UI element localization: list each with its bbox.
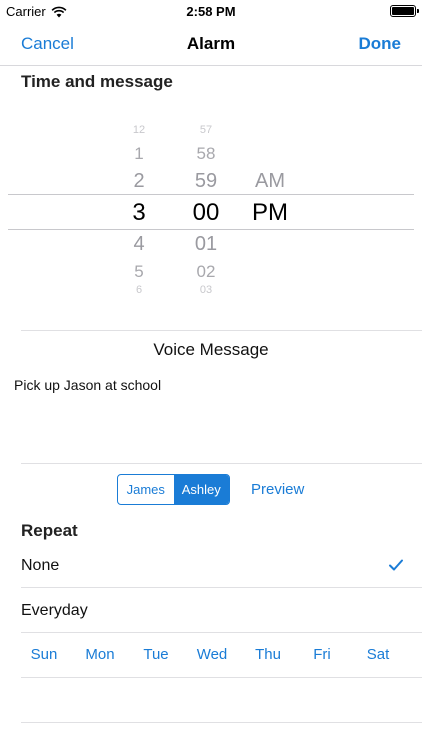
time-section-header: Time and message — [21, 72, 173, 91]
row-divider — [21, 587, 422, 588]
picker-hour-item[interactable]: 2 — [109, 170, 169, 193]
day-sat[interactable]: Sat — [353, 646, 403, 663]
voice-segmented-control[interactable]: James Ashley — [117, 474, 230, 505]
picker-period-selected[interactable]: PM — [240, 199, 300, 227]
picker-selection-bottom — [8, 229, 414, 230]
voice-message-input[interactable]: Pick up Jason at school — [14, 377, 161, 393]
navigation-bar: Cancel Alarm Done — [0, 22, 422, 66]
repeat-header: Repeat — [21, 521, 78, 540]
voice-option-james[interactable]: James — [118, 475, 174, 504]
picker-minute-selected[interactable]: 00 — [176, 199, 236, 227]
section-divider — [21, 463, 422, 464]
voice-option-ashley[interactable]: Ashley — [173, 475, 229, 504]
picker-hour-item[interactable]: 12 — [109, 124, 169, 136]
status-time: 2:58 PM — [186, 4, 236, 19]
day-sun[interactable]: Sun — [19, 646, 69, 663]
day-mon[interactable]: Mon — [75, 646, 125, 663]
picker-hour-item[interactable]: 6 — [109, 284, 169, 296]
picker-minute-item[interactable]: 01 — [176, 233, 236, 256]
alarm-screen: Carrier 2:58 PM Cancel Alarm Done Time a… — [0, 0, 422, 750]
repeat-option-none[interactable]: None — [21, 557, 59, 575]
voice-message-title: Voice Message — [153, 340, 269, 359]
picker-period-item[interactable]: AM — [240, 170, 300, 193]
picker-minute-item[interactable]: 59 — [176, 170, 236, 193]
row-divider — [21, 677, 422, 678]
repeat-option-everyday[interactable]: Everyday — [21, 602, 88, 620]
picker-minute-item[interactable]: 03 — [176, 284, 236, 296]
row-divider — [21, 632, 422, 633]
day-tue[interactable]: Tue — [131, 646, 181, 663]
status-bar: Carrier 2:58 PM — [0, 0, 422, 22]
day-wed[interactable]: Wed — [187, 646, 237, 663]
done-button[interactable]: Done — [359, 34, 402, 54]
day-fri[interactable]: Fri — [297, 646, 347, 663]
picker-selection-top — [8, 194, 414, 195]
day-thu[interactable]: Thu — [243, 646, 293, 663]
picker-minute-item[interactable]: 02 — [176, 262, 236, 282]
checkmark-icon — [389, 559, 403, 571]
picker-hour-item[interactable]: 5 — [109, 262, 169, 282]
picker-hour-item[interactable]: 1 — [109, 144, 169, 164]
picker-minute-item[interactable]: 57 — [176, 124, 236, 136]
section-divider — [21, 330, 422, 331]
picker-hour-selected[interactable]: 3 — [109, 199, 169, 227]
preview-button[interactable]: Preview — [251, 481, 304, 498]
picker-minute-item[interactable]: 58 — [176, 144, 236, 164]
battery-icon — [390, 5, 419, 17]
picker-hour-item[interactable]: 4 — [109, 233, 169, 256]
row-divider — [21, 722, 422, 723]
time-picker[interactable]: 12 1 2 3 4 5 6 57 58 59 00 01 02 03 AM P… — [0, 118, 422, 304]
